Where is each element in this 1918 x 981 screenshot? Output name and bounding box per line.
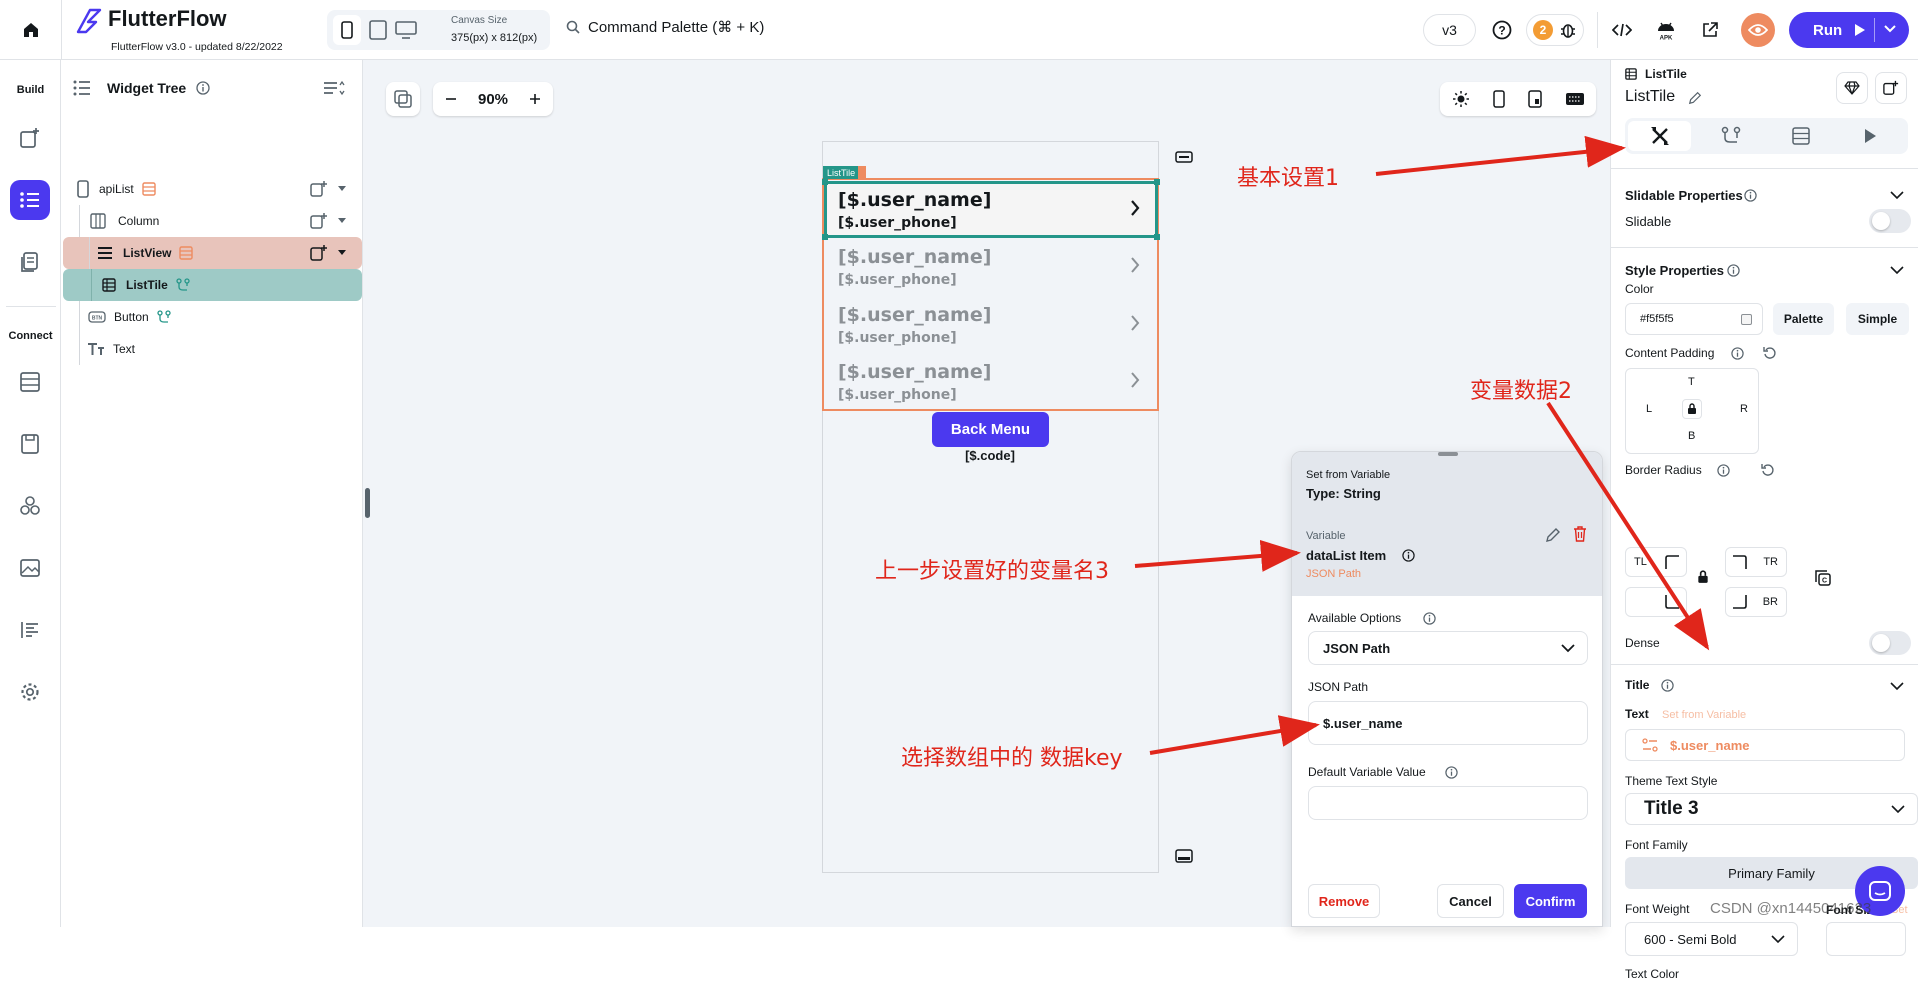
font-size-input[interactable] (1826, 922, 1906, 956)
annotation-arrow-3 (1134, 539, 1301, 572)
watermark: CSDN @xn1445041623 (1710, 900, 1872, 917)
font-weight-value: 600 - Semi Bold (1644, 931, 1737, 947)
annotation-arrow-2 (1546, 401, 1710, 651)
annotation-basic-settings: 基本设置1 (1237, 166, 1339, 191)
annotation-arrow-1 (1375, 135, 1626, 176)
annotation-data-key: 选择数组中的 数据key (901, 746, 1123, 771)
annotation-arrows (1134, 135, 1710, 755)
font-weight-select[interactable]: 600 - Semi Bold (1625, 922, 1798, 956)
chevron-down-icon (1771, 934, 1785, 944)
annotation-arrow-4 (1149, 715, 1320, 755)
annotation-variable-name: 上一步设置好的变量名3 (875, 559, 1109, 584)
text-color-label: Text Color (1625, 967, 1680, 981)
annotation-variable-data: 变量数据2 (1470, 379, 1572, 404)
